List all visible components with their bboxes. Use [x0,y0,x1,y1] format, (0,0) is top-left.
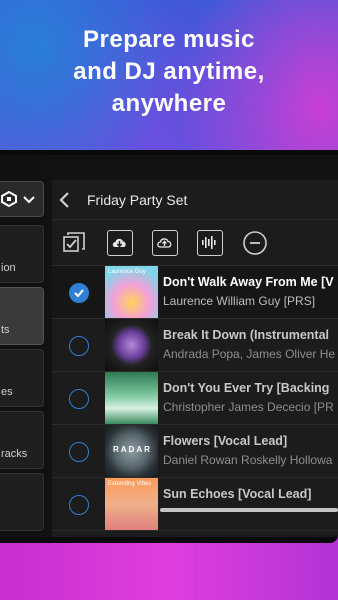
toolbar [52,220,338,266]
chevron-left-icon[interactable] [58,191,72,209]
playlist-panel: Friday Party Set Laurence Guy Don't Walk… [52,180,338,537]
track-row[interactable]: Laurence Guy Don't Walk Away From Me [V … [52,266,338,319]
track-title: Sun Echoes [Vocal Lead] [163,487,312,501]
track-artist: Andrada Popa, James Oliver He [163,347,336,361]
checkmark-icon [74,289,84,298]
app-logo-icon [1,191,17,207]
app-screen: ion ts es racks Friday Party Set Laurenc… [0,155,338,537]
sidebar-item-label: es [1,386,13,398]
cloud-upload-icon [157,238,172,248]
playlist-header: Friday Party Set [52,180,338,220]
album-art-text: Laurence Guy [108,269,146,275]
track-title: Don't You Ever Try [Backing [163,381,330,395]
track-checkbox[interactable] [69,389,89,409]
track-title: Break It Down (Instrumental [163,328,329,342]
track-artist: Laurence William Guy [PRS] [163,294,316,308]
library-switcher[interactable] [0,181,44,217]
promo-line-3: anywhere [111,90,227,117]
sidebar-item-4[interactable]: racks [0,411,44,469]
sidebar-item-label: racks [1,448,28,460]
remove-icon[interactable] [242,230,268,256]
album-art: Laurence Guy [105,266,158,318]
album-art [105,372,158,424]
page-title: Friday Party Set [87,192,188,208]
track-checkbox[interactable] [69,442,89,462]
bottom-gradient-band [0,535,338,600]
album-art-text: Extending Vibes [108,481,152,487]
promo-line-2: and DJ anytime, [73,58,265,85]
horizontal-scrollbar[interactable] [160,508,338,512]
track-row[interactable]: Don't You Ever Try [Backing Christopher … [52,372,338,425]
track-row[interactable]: Break It Down (Instrumental Andrada Popa… [52,319,338,372]
upload-button[interactable] [152,230,178,256]
chevron-down-icon [23,196,35,204]
track-checkbox[interactable] [69,283,89,303]
sidebar-item-2[interactable]: ts [0,287,44,345]
album-art: RADAR [105,425,158,477]
select-all-icon[interactable] [63,232,85,254]
sidebar: ion ts es racks [0,155,47,537]
analyze-button[interactable] [197,230,223,256]
track-checkbox[interactable] [69,336,89,356]
album-art [105,319,158,371]
sidebar-item-1[interactable]: ion [0,225,44,283]
sidebar-item-3[interactable]: es [0,349,44,407]
promo-line-1: Prepare music [83,26,255,53]
track-row[interactable]: RADAR Flowers [Vocal Lead] Daniel Rowan … [52,425,338,478]
track-checkbox[interactable] [69,495,89,515]
track-title: Flowers [Vocal Lead] [163,434,288,448]
waveform-icon [202,236,216,249]
track-row[interactable]: Extending Vibes Sun Echoes [Vocal Lead] [52,478,338,531]
cloud-download-icon [112,238,126,248]
sidebar-item-5[interactable] [0,473,44,531]
download-button[interactable] [107,230,133,256]
tablet-frame: ion ts es racks Friday Party Set Laurenc… [0,150,338,543]
sidebar-item-label: ts [1,324,10,336]
track-artist: Daniel Rowan Roskelly Hollowa [163,453,333,467]
album-art-text: RADAR [113,445,152,454]
promo-headline: Prepare music and DJ anytime, anywhere [0,24,338,120]
album-art: Extending Vibes [105,478,158,530]
track-artist: Christopher James Dececio [PR [163,400,334,414]
sidebar-item-label: ion [1,262,16,274]
track-title: Don't Walk Away From Me [V [163,275,334,289]
